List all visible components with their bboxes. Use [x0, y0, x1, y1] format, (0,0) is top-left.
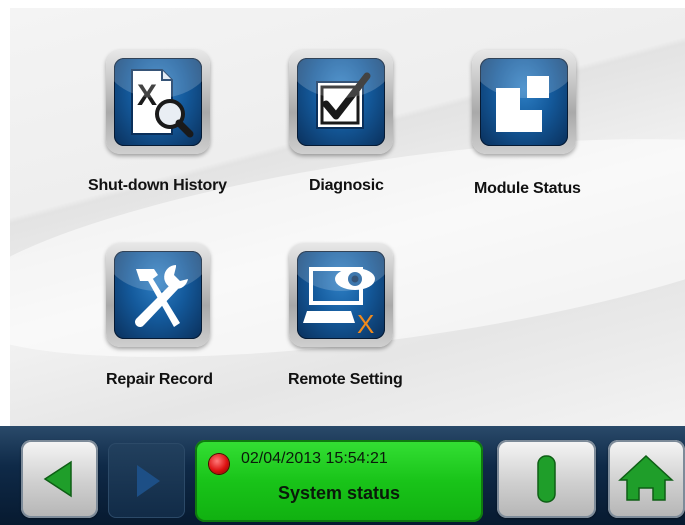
shutdown-history-icon: X	[114, 58, 202, 146]
system-status-panel[interactable]: 02/04/2013 15:54:21 System status	[195, 440, 483, 522]
tile-frame[interactable]	[472, 50, 576, 154]
tile-label: Module Status	[474, 180, 581, 197]
power-button[interactable]	[497, 440, 596, 518]
tile-frame[interactable]	[289, 50, 393, 154]
triangle-right-icon	[137, 465, 160, 497]
home-button[interactable]	[608, 440, 685, 518]
forward-button[interactable]	[108, 443, 185, 518]
triangle-left-icon	[43, 460, 72, 498]
status-datetime: 02/04/2013 15:54:21	[241, 450, 388, 467]
tile-label: Shut-down History	[88, 177, 227, 194]
home-icon	[618, 454, 674, 501]
module-status-icon	[480, 58, 568, 146]
power-bar-icon	[537, 455, 556, 503]
back-button[interactable]	[21, 440, 98, 518]
checkbox-check-icon	[297, 58, 385, 146]
svg-text:X: X	[137, 79, 157, 112]
tile-label: Remote Setting	[288, 371, 403, 388]
remote-monitor-eye-icon: X	[297, 251, 385, 339]
tile-frame[interactable]: X	[106, 50, 210, 154]
tile-label: Repair Record	[106, 371, 213, 388]
tile-frame[interactable]: X	[289, 243, 393, 347]
tile-frame[interactable]	[106, 243, 210, 347]
status-label: System status	[277, 483, 401, 503]
hammer-wrench-icon	[114, 251, 202, 339]
svg-text:X: X	[357, 309, 374, 339]
status-indicator-led	[209, 454, 229, 474]
tile-label: Diagnosic	[309, 177, 384, 194]
